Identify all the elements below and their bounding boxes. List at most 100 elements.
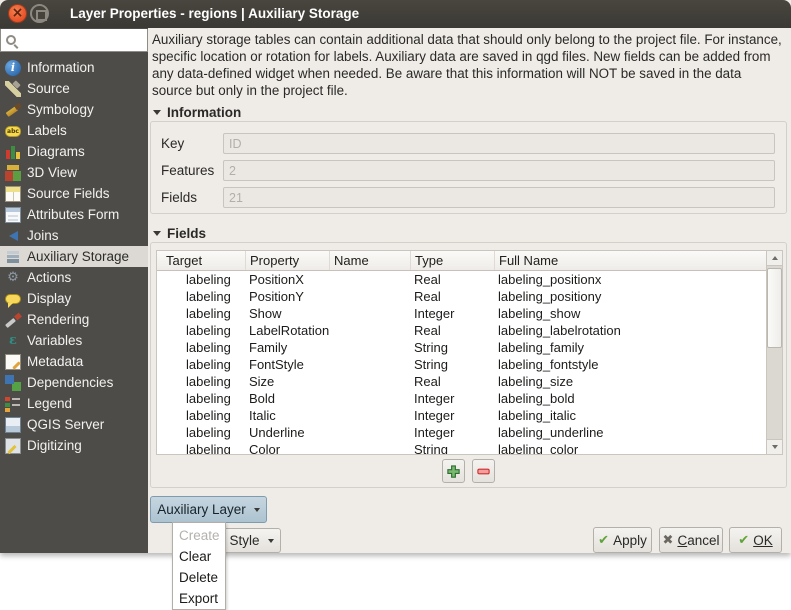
join-arrow-icon (5, 228, 21, 244)
column-header-full_name[interactable]: Full Name (494, 251, 766, 270)
table-row[interactable]: labelingColorStringlabeling_color (157, 441, 766, 454)
sidebar-item-digitizing[interactable]: Digitizing (0, 435, 148, 456)
cell-property: LabelRotation (245, 322, 329, 339)
sidebar-item-label: Attributes Form (27, 207, 119, 222)
sidebar-item-symbology[interactable]: Symbology (0, 99, 148, 120)
cell-target: labeling (157, 424, 245, 441)
speech-bubble-icon (5, 294, 21, 304)
sidebar-item-rendering[interactable]: Rendering (0, 309, 148, 330)
fields-field (223, 187, 775, 208)
sidebar-item-legend[interactable]: Legend (0, 393, 148, 414)
sidebar-item-attributes-form[interactable]: Attributes Form (0, 204, 148, 225)
remove-field-button[interactable] (472, 459, 495, 483)
cell-name (329, 305, 410, 322)
menu-item-clear[interactable]: Clear (173, 546, 225, 567)
table-row[interactable]: labelingLabelRotationReallabeling_labelr… (157, 322, 766, 339)
information-group: Key Features Fields (150, 121, 787, 214)
apply-button[interactable]: ✔ Apply (593, 527, 652, 553)
sidebar-item-qgis-server[interactable]: QGIS Server (0, 414, 148, 435)
table-row[interactable]: labelingFamilyStringlabeling_family (157, 339, 766, 356)
fields-section-title: Fields (167, 226, 206, 241)
restore-icon[interactable] (30, 4, 49, 23)
table-row[interactable]: labelingPositionYReallabeling_positiony (157, 288, 766, 305)
sidebar-item-3d-view[interactable]: 3D View (0, 162, 148, 183)
sidebar-item-metadata[interactable]: Metadata (0, 351, 148, 372)
cell-full_name: labeling_color (494, 441, 766, 454)
ok-button[interactable]: ✔ OK (729, 527, 782, 553)
auxiliary-storage-description: Auxiliary storage tables can contain add… (152, 31, 785, 99)
table-row[interactable]: labelingShowIntegerlabeling_show (157, 305, 766, 322)
sidebar-item-source[interactable]: Source (0, 78, 148, 99)
sidebar-item-joins[interactable]: Joins (0, 225, 148, 246)
column-header-type[interactable]: Type (410, 251, 494, 270)
column-header-name[interactable]: Name (329, 251, 410, 270)
cancel-button-label: Cancel (677, 533, 719, 548)
cell-name (329, 356, 410, 373)
information-section-title: Information (167, 105, 241, 120)
sidebar-item-label: Source Fields (27, 186, 110, 201)
scroll-up-icon[interactable] (767, 251, 782, 266)
sidebar-item-label: Symbology (27, 102, 94, 117)
sidebar-item-actions[interactable]: Actions (0, 267, 148, 288)
cell-full_name: labeling_family (494, 339, 766, 356)
sidebar-item-label: Dependencies (27, 375, 113, 390)
gear-icon (5, 270, 21, 286)
menu-item-delete[interactable]: Delete (173, 567, 225, 588)
chevron-down-icon (268, 539, 274, 543)
cell-property: Show (245, 305, 329, 322)
style-button-label: Style (229, 533, 259, 548)
cell-type: Real (410, 322, 494, 339)
cell-property: PositionX (245, 271, 329, 288)
cell-property: Family (245, 339, 329, 356)
table-row[interactable]: labelingUnderlineIntegerlabeling_underli… (157, 424, 766, 441)
style-button[interactable]: Style (222, 528, 281, 553)
cell-target: labeling (157, 407, 245, 424)
layer-properties-dialog: Layer Properties - regions | Auxiliary S… (0, 0, 791, 553)
sidebar-item-variables[interactable]: Variables (0, 330, 148, 351)
table-row[interactable]: labelingFontStyleStringlabeling_fontstyl… (157, 356, 766, 373)
cell-property: Underline (245, 424, 329, 441)
window-title: Layer Properties - regions | Auxiliary S… (70, 0, 359, 28)
x-icon: ✖ (663, 534, 674, 547)
table-row[interactable]: labelingSizeReallabeling_size (157, 373, 766, 390)
sidebar-item-display[interactable]: Display (0, 288, 148, 309)
titlebar[interactable]: Layer Properties - regions | Auxiliary S… (0, 0, 791, 28)
menu-item-export[interactable]: Export (173, 588, 225, 609)
diagrams-icon (5, 144, 21, 160)
features-label: Features (161, 160, 214, 181)
cancel-button[interactable]: ✖ Cancel (659, 527, 723, 553)
sidebar-search-box[interactable] (0, 29, 148, 52)
table-row[interactable]: labelingBoldIntegerlabeling_bold (157, 390, 766, 407)
sidebar-item-auxiliary-storage[interactable]: Auxiliary Storage (0, 246, 148, 267)
cell-property: Color (245, 441, 329, 454)
scrollbar-thumb[interactable] (767, 268, 782, 348)
column-header-target[interactable]: Target (157, 251, 245, 270)
sidebar-item-dependencies[interactable]: Dependencies (0, 372, 148, 393)
cell-target: labeling (157, 271, 245, 288)
scroll-down-icon[interactable] (767, 439, 782, 454)
sidebar-item-label: Actions (27, 270, 71, 285)
add-field-button[interactable] (442, 459, 465, 483)
sidebar-item-label: 3D View (27, 165, 77, 180)
sidebar-item-information[interactable]: Information (0, 57, 148, 78)
sidebar-item-label: Metadata (27, 354, 83, 369)
close-icon[interactable] (8, 4, 27, 23)
sidebar-item-label: Joins (27, 228, 59, 243)
cell-target: labeling (157, 390, 245, 407)
information-section-header[interactable]: Information (153, 105, 241, 120)
sidebar-item-source-fields[interactable]: Source Fields (0, 183, 148, 204)
sidebar-search-input[interactable] (19, 30, 145, 49)
table-scrollbar[interactable] (766, 251, 782, 454)
cell-type: Integer (410, 424, 494, 441)
fields-section-header[interactable]: Fields (153, 226, 206, 241)
column-header-property[interactable]: Property (245, 251, 329, 270)
table-row[interactable]: labelingPositionXReallabeling_positionx (157, 271, 766, 288)
cell-name (329, 441, 410, 454)
key-label: Key (161, 133, 184, 154)
sidebar-item-label: Digitizing (27, 438, 82, 453)
dependency-arrows-icon (5, 375, 21, 391)
sidebar-item-diagrams[interactable]: Diagrams (0, 141, 148, 162)
sidebar-item-labels[interactable]: Labels (0, 120, 148, 141)
auxiliary-layer-button[interactable]: Auxiliary Layer (150, 496, 267, 523)
table-row[interactable]: labelingItalicIntegerlabeling_italic (157, 407, 766, 424)
